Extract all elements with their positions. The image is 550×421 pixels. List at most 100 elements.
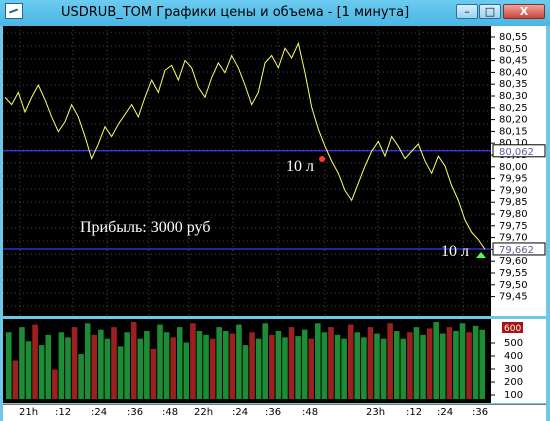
price-axis-label: 80,25: [499, 103, 528, 114]
time-axis-label: 23h: [366, 407, 386, 418]
reference-level-label: 79,662: [499, 245, 534, 256]
volume-bar: [301, 329, 308, 399]
volume-bar: [341, 338, 347, 399]
price-axis-label: 80,35: [499, 79, 528, 90]
volume-bar: [144, 330, 150, 399]
volume-bar: [347, 324, 354, 399]
maximize-button[interactable]: □: [479, 4, 501, 19]
volume-bar: [98, 329, 104, 399]
minimize-button[interactable]: –: [456, 4, 478, 19]
volume-bar: [170, 337, 176, 399]
price-axis-label: 80,40: [499, 67, 528, 78]
volume-bar: [466, 332, 472, 399]
price-chart-svg: 80,5580,5080,4580,4080,3580,3080,2580,20…: [3, 26, 546, 316]
volume-axis-label: 200: [504, 377, 523, 388]
volume-bar: [45, 334, 52, 399]
price-chart-panel[interactable]: 80,55 80,50 80,45 80,40 80,35 80,30 80,25 80,20…: [3, 26, 546, 316]
time-axis-label: 21h: [19, 407, 39, 418]
price-axis-label: 80,00: [499, 162, 528, 173]
volume-chart-svg: 500 400 300 200 100 600: [6, 319, 546, 403]
price-axis-label: 79,50: [499, 280, 528, 291]
time-axis-label: :24: [232, 407, 249, 418]
price-axis-label: 80,20: [499, 115, 528, 126]
volume-bar: [236, 324, 242, 399]
volume-bar: [242, 345, 249, 399]
price-axis-label: 79,85: [499, 197, 528, 208]
price-axis-label: 79,75: [499, 221, 528, 232]
volume-bar: [354, 332, 361, 399]
price-axis-label: 79,45: [499, 292, 528, 303]
volume-bar: [321, 332, 328, 399]
volume-bar: [407, 332, 413, 399]
volume-bar: [472, 325, 479, 399]
volume-bar: [229, 333, 236, 399]
close-button[interactable]: X: [503, 4, 545, 19]
sell-marker: [319, 156, 325, 162]
volume-chart-panel[interactable]: 500 400 300 200 100 600: [3, 319, 546, 403]
price-axis-label: 80,30: [499, 91, 528, 102]
title-bar: USDRUB_TOM Графики цены и объема - [1 ми…: [0, 0, 550, 26]
volume-axis-label: 500: [504, 338, 523, 349]
volume-bar: [58, 332, 65, 399]
chart-window: USDRUB_TOM Графики цены и объема - [1 ми…: [0, 0, 550, 421]
volume-bar: [393, 330, 400, 399]
price-axis-label: 80,50: [499, 44, 528, 55]
volume-bar: [32, 324, 38, 399]
volume-bar: [12, 360, 19, 399]
volume-bar: [255, 338, 262, 399]
price-axis-label: 79,80: [499, 209, 528, 220]
volume-bar: [176, 327, 183, 399]
volume-bar: [111, 327, 117, 399]
volume-bar: [361, 337, 367, 399]
volume-bar: [433, 322, 439, 399]
volume-bar: [387, 323, 393, 399]
price-axis-label: 79,55: [499, 268, 528, 279]
volume-bar: [282, 337, 288, 399]
volume-bar: [479, 329, 485, 399]
volume-bar: [288, 327, 295, 399]
time-axis-label: 22h: [194, 407, 214, 418]
volume-bar: [157, 324, 163, 399]
volume-bar: [459, 323, 466, 399]
time-axis-label: :12: [406, 407, 423, 418]
time-axis-label: :36: [127, 407, 144, 418]
price-axis-label: 79,70: [499, 233, 528, 244]
volume-bar: [78, 354, 84, 399]
volume-bar: [334, 334, 341, 399]
time-axis-label: :36: [472, 407, 489, 418]
buy-marker: [476, 252, 486, 258]
price-axis-label: 80,45: [499, 56, 528, 67]
volume-bar: [163, 332, 170, 399]
time-axis-label: :12: [55, 407, 72, 418]
time-axis: 21h:12:24:36:48 22h:24:36:48 23h:12:24:36: [3, 404, 546, 421]
volume-bar: [104, 338, 111, 399]
volume-bar: [25, 341, 32, 399]
chart-app-icon: [5, 3, 23, 19]
price-axis-label: 80,15: [499, 126, 528, 137]
volume-bar: [262, 323, 269, 399]
volume-bar: [137, 338, 144, 399]
volume-bar: [196, 330, 203, 399]
volume-bar: [222, 330, 229, 399]
volume-bar: [426, 328, 433, 399]
volume-bar: [275, 330, 282, 399]
volume-bar: [374, 333, 380, 399]
price-line: [4, 41, 486, 250]
volume-bar: [71, 327, 78, 399]
volume-bar: [269, 334, 275, 399]
volume-bar: [400, 338, 407, 399]
time-axis-label: :24: [437, 407, 454, 418]
volume-bar: [209, 338, 216, 399]
price-axis-label: 79,60: [499, 256, 528, 267]
price-axis-label: 79,90: [499, 185, 528, 196]
volume-current-label: 600: [504, 324, 521, 334]
volume-bar: [130, 322, 137, 399]
volume-bar: [216, 327, 222, 399]
volume-bar: [367, 327, 374, 399]
volume-bar: [446, 327, 453, 399]
time-axis-label: :48: [162, 407, 179, 418]
volume-bar: [84, 323, 91, 399]
volume-bar: [124, 332, 130, 399]
volume-bar: [295, 336, 301, 399]
time-axis-label: :36: [265, 407, 282, 418]
